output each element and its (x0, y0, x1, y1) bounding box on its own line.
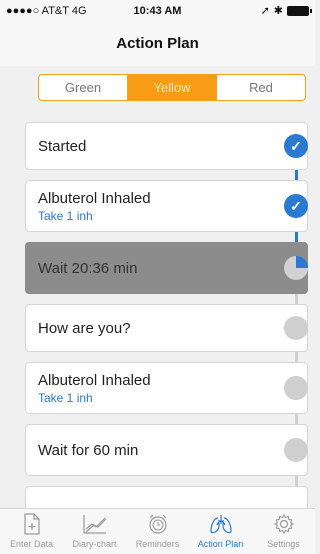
step-card-active[interactable]: Wait 20:36 min (25, 242, 308, 294)
pending-dot-icon (284, 316, 308, 340)
tab-diary-chart[interactable]: Diary-chart (63, 509, 126, 554)
nav-bar: Action Plan (0, 22, 315, 66)
tab-settings[interactable]: Settings (252, 509, 315, 554)
bluetooth-icon: ✱ (273, 5, 283, 17)
step-card[interactable]: Started (25, 122, 308, 170)
tab-reminders[interactable]: Reminders (126, 509, 189, 554)
battery-icon (287, 5, 312, 16)
pending-dot-icon (284, 376, 308, 400)
tab-label: Settings (267, 539, 300, 549)
segment-red[interactable]: Red (216, 75, 305, 100)
step-card[interactable]: Wait for 60 min (25, 424, 308, 476)
diary-chart-icon (63, 509, 126, 539)
tab-label: Diary-chart (72, 539, 117, 549)
step-card[interactable]: How are you? (25, 304, 308, 352)
lungs-icon (189, 509, 252, 539)
tab-label: Enter Data (9, 539, 54, 549)
segment-green[interactable]: Green (39, 75, 127, 100)
tab-bar: Enter Data Diary-chart Reminders Action … (0, 508, 315, 554)
step-card[interactable]: Albuterol Inhaled Take 1 inh (25, 180, 308, 232)
step-title: Wait for 60 min (38, 442, 139, 459)
check-icon: ✓ (284, 134, 308, 158)
status-right: ➚ ✱ (260, 4, 312, 17)
status-bar: ●●●●○ AT&T 4G 10:43 AM ➚ ✱ (0, 0, 315, 22)
zone-segmented-control: Green Yellow Red (38, 74, 306, 101)
page-title: Action Plan (116, 35, 199, 52)
step-subtitle: Take 1 inh (38, 391, 93, 405)
tab-action-plan[interactable]: Action Plan (189, 509, 252, 554)
check-icon: ✓ (284, 194, 308, 218)
tab-enter-data[interactable]: Enter Data (0, 509, 63, 554)
progress-pie-icon (284, 256, 308, 280)
step-title: Albuterol Inhaled (38, 372, 151, 389)
step-title: Wait 20:36 min (38, 260, 138, 277)
segment-yellow[interactable]: Yellow (127, 75, 216, 100)
tab-label: Reminders (135, 539, 180, 549)
step-subtitle: Take 1 inh (38, 209, 93, 223)
step-title: Started (38, 138, 87, 155)
reminders-icon (126, 509, 189, 539)
enter-data-icon (0, 509, 63, 539)
tab-label: Action Plan (197, 539, 244, 549)
pending-dot-icon (284, 438, 308, 462)
location-icon: ➚ (260, 5, 270, 17)
gear-icon (252, 509, 315, 539)
step-card[interactable]: Albuterol Inhaled Take 1 inh (25, 362, 308, 414)
step-title: How are you? (38, 320, 131, 337)
step-title: Albuterol Inhaled (38, 190, 151, 207)
